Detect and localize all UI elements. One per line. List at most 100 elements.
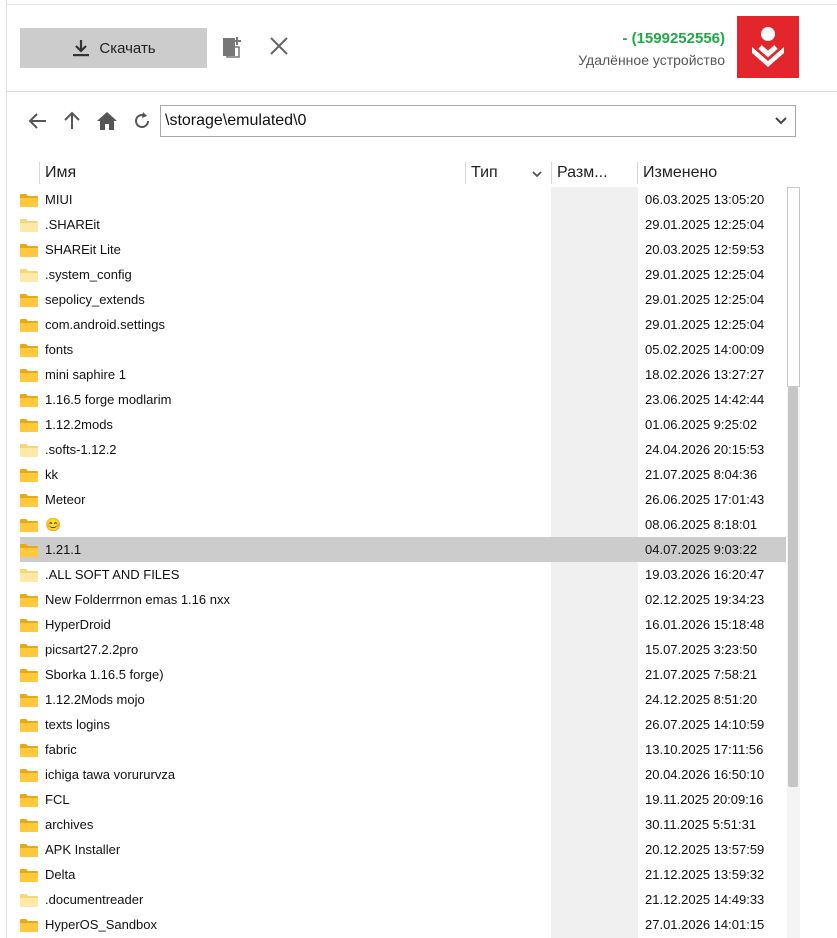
file-modified: 29.01.2025 12:25:04 <box>645 317 765 332</box>
sort-chevron-icon <box>531 166 543 184</box>
file-name: 1.16.5 forge modlarim <box>45 392 172 407</box>
anydesk-logo-icon <box>737 16 799 78</box>
close-icon[interactable] <box>267 34 291 58</box>
column-header-modified[interactable]: Изменено <box>643 160 783 186</box>
file-name: 1.12.2mods <box>45 417 113 432</box>
file-row[interactable]: 😊 08.06.2025 8:18:01 <box>20 512 786 537</box>
file-modified: 08.06.2025 8:18:01 <box>645 517 758 532</box>
folder-icon <box>20 569 38 582</box>
refresh-icon[interactable] <box>130 109 154 133</box>
file-name: ichiga tawa vorururvza <box>45 767 176 782</box>
file-row[interactable]: mini saphire 1 18.02.2026 13:27:27 <box>20 362 786 387</box>
file-modified: 20.12.2025 13:57:59 <box>645 842 765 857</box>
folder-icon <box>20 394 38 407</box>
folder-icon <box>20 344 38 357</box>
column-divider[interactable] <box>551 162 552 184</box>
file-row[interactable]: .softs-1.12.2 24.04.2026 20:15:53 <box>20 437 786 462</box>
file-modified: 21.07.2025 7:58:21 <box>645 667 758 682</box>
file-row[interactable]: 1.16.5 forge modlarim 23.06.2025 14:42:44 <box>20 387 786 412</box>
file-row[interactable]: com.android.settings 29.01.2025 12:25:04 <box>20 312 786 337</box>
download-button[interactable]: Скачать <box>20 28 207 68</box>
file-row[interactable]: sepolicy_extends 29.01.2025 12:25:04 <box>20 287 786 312</box>
home-icon[interactable] <box>95 109 119 133</box>
folder-icon <box>20 544 38 557</box>
file-name: Delta <box>45 867 76 882</box>
file-row[interactable]: 1.21.1 04.07.2025 9:03:22 <box>20 537 786 562</box>
file-row[interactable]: FCL 19.11.2025 20:09:16 <box>20 787 786 812</box>
new-file-icon[interactable] <box>220 34 244 60</box>
file-name: 1.21.1 <box>45 542 82 557</box>
file-name: texts logins <box>45 717 111 732</box>
column-header-type[interactable]: Тип <box>471 160 551 186</box>
file-row[interactable]: .system_config 29.01.2025 12:25:04 <box>20 262 786 287</box>
folder-icon <box>20 269 38 282</box>
file-name: mini saphire 1 <box>45 367 126 382</box>
folder-icon <box>20 469 38 482</box>
column-divider[interactable] <box>465 162 466 184</box>
file-row[interactable]: Meteor 26.06.2025 17:01:43 <box>20 487 786 512</box>
file-modified: 05.02.2025 14:00:09 <box>645 342 765 357</box>
folder-icon <box>20 894 38 907</box>
file-row[interactable]: APK Installer 20.12.2025 13:57:59 <box>20 837 786 862</box>
toolbar-divider <box>6 91 837 92</box>
file-row[interactable]: MIUI 06.03.2025 13:05:20 <box>20 187 786 212</box>
file-modified: 23.06.2025 14:42:44 <box>645 392 765 407</box>
file-name: com.android.settings <box>45 317 165 332</box>
path-input[interactable]: \storage\emulated\0 <box>160 105 796 137</box>
file-name: .ALL SOFT AND FILES <box>45 567 180 582</box>
file-modified: 04.07.2025 9:03:22 <box>645 542 758 557</box>
folder-icon <box>20 919 38 932</box>
folder-icon <box>20 319 38 332</box>
file-modified: 01.06.2025 9:25:02 <box>645 417 758 432</box>
folder-icon <box>20 744 38 757</box>
file-name: Sborka 1.16.5 forge) <box>45 667 164 682</box>
scrollbar-upper-region[interactable] <box>787 187 800 387</box>
column-header-name[interactable]: Имя <box>45 160 465 186</box>
file-row[interactable]: Sborka 1.16.5 forge) 21.07.2025 7:58:21 <box>20 662 786 687</box>
file-row[interactable]: SHAREit Lite 20.03.2025 12:59:53 <box>20 237 786 262</box>
file-name: MIUI <box>45 192 73 207</box>
file-modified: 15.07.2025 3:23:50 <box>645 642 758 657</box>
file-row[interactable]: 1.12.2Mods mojo 24.12.2025 8:51:20 <box>20 687 786 712</box>
file-list: MIUI 06.03.2025 13:05:20 .SHAREit 29.01.202… <box>20 187 786 937</box>
file-modified: 24.04.2026 20:15:53 <box>645 442 765 457</box>
file-name: .SHAREit <box>45 217 100 232</box>
folder-icon <box>20 294 38 307</box>
file-row[interactable]: kk 21.07.2025 8:04:36 <box>20 462 786 487</box>
file-modified: 21.07.2025 8:04:36 <box>645 467 758 482</box>
column-header-size[interactable]: Разм... <box>557 160 637 186</box>
file-row[interactable]: HyperOS_Sandbox 27.01.2026 14:01:15 <box>20 912 786 937</box>
file-name: sepolicy_extends <box>45 292 145 307</box>
folder-icon <box>20 669 38 682</box>
file-row[interactable]: Delta 21.12.2025 13:59:32 <box>20 862 786 887</box>
file-row[interactable]: texts logins 26.07.2025 14:10:59 <box>20 712 786 737</box>
up-arrow-icon[interactable] <box>60 109 84 133</box>
file-row[interactable]: HyperDroid 16.01.2026 15:18:48 <box>20 612 786 637</box>
column-divider[interactable] <box>637 162 638 184</box>
file-modified: 26.06.2025 17:01:43 <box>645 492 765 507</box>
folder-icon <box>20 419 38 432</box>
file-name: .documentreader <box>45 892 144 907</box>
file-modified: 20.04.2026 16:50:10 <box>645 767 765 782</box>
file-name: 😊 <box>45 516 62 532</box>
file-row[interactable]: ichiga tawa vorururvza 20.04.2026 16:50:1… <box>20 762 786 787</box>
back-arrow-icon[interactable] <box>26 109 50 133</box>
file-row[interactable]: picsart27.2.2pro 15.07.2025 3:23:50 <box>20 637 786 662</box>
chevron-down-icon[interactable] <box>767 106 795 136</box>
scrollbar-thumb[interactable] <box>788 387 798 787</box>
file-row[interactable]: New Folderrrnon emas 1.16 nxx 02.12.2025 … <box>20 587 786 612</box>
file-row[interactable]: 1.12.2mods 01.06.2025 9:25:02 <box>20 412 786 437</box>
folder-icon <box>20 244 38 257</box>
file-row[interactable]: .documentreader 21.12.2025 14:49:33 <box>20 887 786 912</box>
path-value: \storage\emulated\0 <box>165 112 307 129</box>
file-row[interactable]: fabric 13.10.2025 17:11:56 <box>20 737 786 762</box>
file-row[interactable]: .ALL SOFT AND FILES 19.03.2026 16:20:47 <box>20 562 786 587</box>
file-row[interactable]: fonts 05.02.2025 14:00:09 <box>20 337 786 362</box>
folder-icon <box>20 819 38 832</box>
file-name: New Folderrrnon emas 1.16 nxx <box>45 592 230 607</box>
file-modified: 13.10.2025 17:11:56 <box>645 742 764 757</box>
folder-icon <box>20 194 38 207</box>
file-row[interactable]: .SHAREit 29.01.2025 12:25:04 <box>20 212 786 237</box>
window-top-border <box>6 0 837 5</box>
file-row[interactable]: archives 30.11.2025 5:51:31 <box>20 812 786 837</box>
